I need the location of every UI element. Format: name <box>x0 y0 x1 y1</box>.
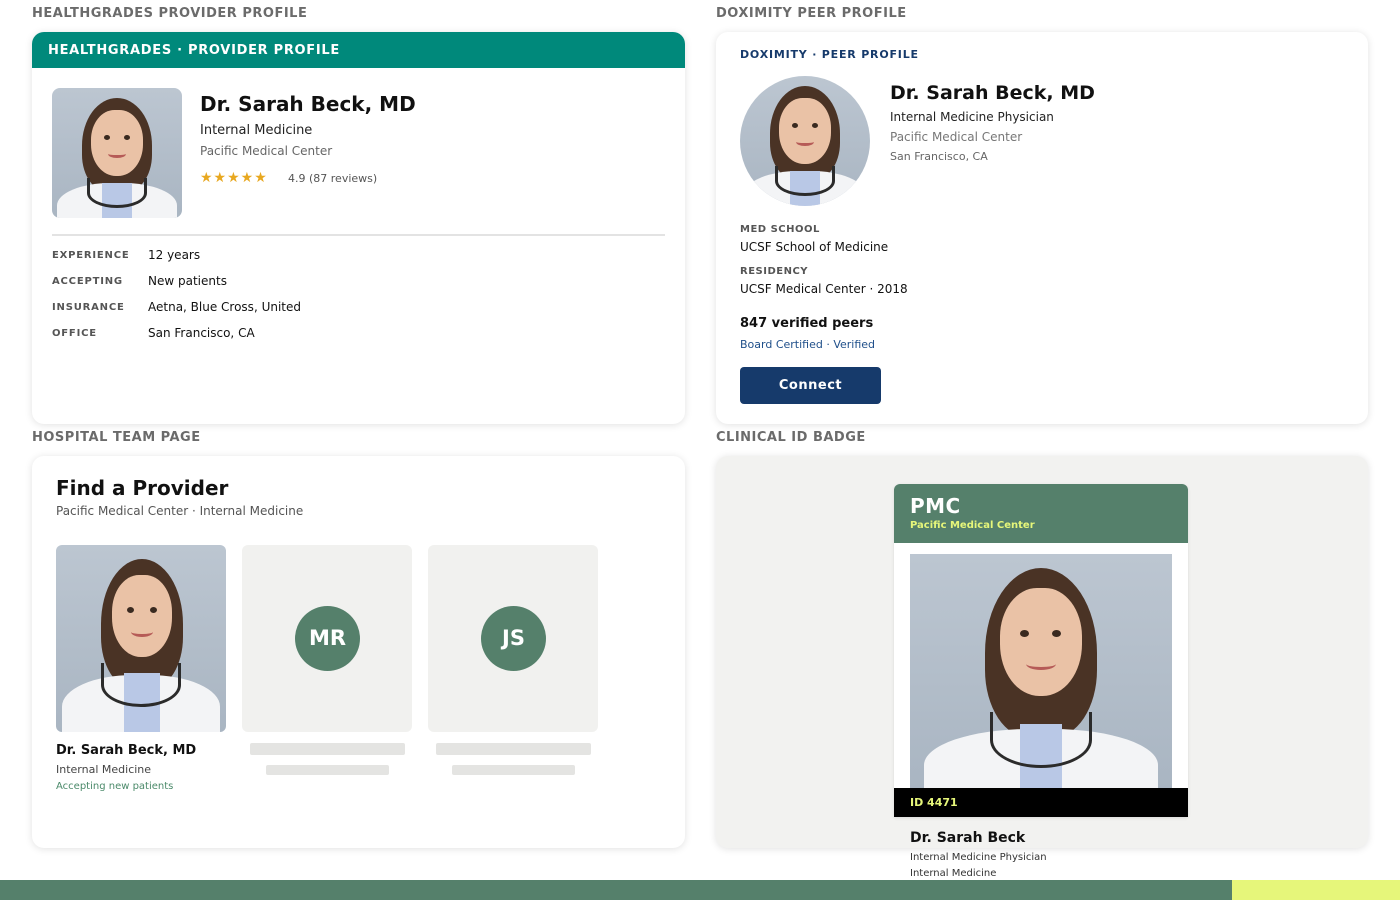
clinical-id-badge-panel: PMC Pacific Medical Center ID 4471 Dr. S… <box>716 456 1368 879</box>
med-school-value: UCSF School of Medicine <box>740 240 889 254</box>
badge-department: Internal Medicine <box>910 868 997 879</box>
detail-label: EXPERIENCE <box>52 250 130 261</box>
accepting-status: Accepting new patients <box>56 781 174 792</box>
divider <box>52 234 665 236</box>
provider-card-name[interactable]: Dr. Sarah Beck, MD <box>56 743 196 758</box>
healthgrades-profile-card: HEALTHGRADES · PROVIDER PROFILE Dr. Sara… <box>32 32 685 424</box>
id-badge: PMC Pacific Medical Center ID 4471 <box>894 484 1188 817</box>
provider-card-photo[interactable] <box>56 545 226 732</box>
hospital-team-card: Find a Provider Pacific Medical Center ·… <box>32 456 685 848</box>
section-label-badge: CLINICAL ID BADGE <box>716 430 866 445</box>
provider-photo <box>52 88 182 218</box>
section-label-doximity: DOXIMITY PEER PROFILE <box>716 6 907 21</box>
board-certified-link[interactable]: Board Certified · Verified <box>740 338 875 351</box>
badge-header: PMC Pacific Medical Center <box>894 484 1188 543</box>
star-rating-icon: ★★★★★ <box>200 170 268 186</box>
skeleton-spec-bar <box>452 765 575 775</box>
provider-name: Dr. Sarah Beck, MD <box>200 92 416 116</box>
provider-card-specialty: Internal Medicine <box>56 763 152 776</box>
skeleton-name-bar <box>436 743 591 755</box>
page-title: Find a Provider <box>56 476 229 500</box>
provider-specialty: Internal Medicine <box>200 123 313 138</box>
avatar-initials: MR <box>295 606 360 671</box>
detail-label: ACCEPTING <box>52 276 123 287</box>
provider-name: Dr. Sarah Beck, MD <box>890 82 1095 104</box>
badge-org-short: PMC <box>910 494 961 518</box>
skeleton-spec-bar <box>266 765 389 775</box>
detail-value: 12 years <box>148 248 201 262</box>
section-label-team: HOSPITAL TEAM PAGE <box>32 430 201 445</box>
badge-id-number: ID 4471 <box>894 788 1188 817</box>
detail-label: OFFICE <box>52 328 97 339</box>
provider-organization: Pacific Medical Center <box>200 144 333 158</box>
residency-value: UCSF Medical Center · 2018 <box>740 282 908 296</box>
footer-stripe-accent <box>1232 880 1400 900</box>
section-label-healthgrades: HEALTHGRADES PROVIDER PROFILE <box>32 6 308 21</box>
detail-value: New patients <box>148 274 227 288</box>
badge-title: Internal Medicine Physician <box>910 852 1047 863</box>
detail-value: San Francisco, CA <box>148 326 255 340</box>
skeleton-name-bar <box>250 743 405 755</box>
verified-peers-count: 847 verified peers <box>740 316 874 331</box>
detail-label: INSURANCE <box>52 302 125 313</box>
doximity-profile-card: DOXIMITY · PEER PROFILE Dr. Sarah Beck, … <box>716 32 1368 424</box>
provider-card-placeholder[interactable]: JS <box>428 545 598 732</box>
detail-value: Aetna, Blue Cross, United <box>148 300 301 314</box>
healthgrades-header: HEALTHGRADES · PROVIDER PROFILE <box>32 32 685 68</box>
footer-stripe-green <box>0 880 1232 900</box>
provider-photo <box>740 76 870 206</box>
badge-org-full: Pacific Medical Center <box>910 520 1035 531</box>
connect-button[interactable]: Connect <box>740 367 881 404</box>
provider-location: San Francisco, CA <box>890 150 988 163</box>
provider-card-placeholder[interactable]: MR <box>242 545 412 732</box>
rating-text: 4.9 (87 reviews) <box>288 172 378 185</box>
badge-photo <box>910 554 1172 790</box>
provider-organization: Pacific Medical Center <box>890 130 1023 144</box>
badge-name: Dr. Sarah Beck <box>910 830 1026 846</box>
doximity-header: DOXIMITY · PEER PROFILE <box>740 48 919 61</box>
med-school-label: MED SCHOOL <box>740 224 820 235</box>
residency-label: RESIDENCY <box>740 266 809 277</box>
page-subtitle: Pacific Medical Center · Internal Medici… <box>56 504 304 518</box>
avatar-initials: JS <box>481 606 546 671</box>
provider-specialty: Internal Medicine Physician <box>890 110 1054 124</box>
